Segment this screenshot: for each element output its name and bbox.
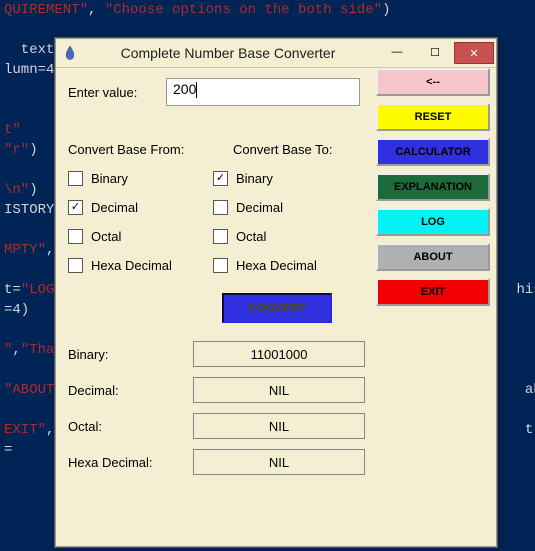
output-hexa-row: Hexa Decimal: NIL	[68, 449, 486, 475]
output-octal-field: NIL	[193, 413, 365, 439]
log-button[interactable]: LOG	[376, 208, 490, 236]
maximize-button[interactable]: ☐	[416, 42, 454, 62]
close-icon: ✕	[469, 47, 478, 60]
checkbox-icon	[213, 171, 228, 186]
app-window: Complete Number Base Converter — ☐ ✕ <--…	[55, 38, 497, 547]
value-input[interactable]: 200	[166, 78, 360, 106]
from-hexa-check[interactable]: Hexa Decimal	[68, 258, 213, 273]
back-button[interactable]: <--	[376, 68, 490, 96]
explanation-button[interactable]: EXPLANATION	[376, 173, 490, 201]
output-hexa-label: Hexa Decimal:	[68, 455, 193, 470]
from-column: Convert Base From: Binary Decimal Octal …	[68, 128, 213, 287]
minimize-icon: —	[392, 46, 403, 58]
client-area: <-- RESET CALCULATOR EXPLANATION LOG ABO…	[56, 68, 496, 495]
output-binary-label: Binary:	[68, 347, 193, 362]
maximize-icon: ☐	[430, 46, 440, 59]
close-button[interactable]: ✕	[454, 42, 494, 64]
to-hexa-label: Hexa Decimal	[236, 258, 317, 273]
about-button[interactable]: ABOUT	[376, 243, 490, 271]
to-binary-check[interactable]: Binary	[213, 171, 358, 186]
checkbox-icon	[68, 258, 83, 273]
to-decimal-label: Decimal	[236, 200, 283, 215]
output-octal-label: Octal:	[68, 419, 193, 434]
to-decimal-check[interactable]: Decimal	[213, 200, 358, 215]
to-column: Convert Base To: Binary Decimal Octal He…	[213, 128, 358, 287]
from-octal-check[interactable]: Octal	[68, 229, 213, 244]
from-decimal-label: Decimal	[91, 200, 138, 215]
tk-icon	[62, 45, 78, 61]
output-binary-field: 11001000	[193, 341, 365, 367]
checkbox-icon	[213, 229, 228, 244]
checkbox-icon	[68, 229, 83, 244]
to-hexa-check[interactable]: Hexa Decimal	[213, 258, 358, 273]
from-octal-label: Octal	[91, 229, 121, 244]
from-binary-check[interactable]: Binary	[68, 171, 213, 186]
output-octal-row: Octal: NIL	[68, 413, 486, 439]
base-columns: Convert Base From: Binary Decimal Octal …	[68, 128, 358, 287]
output-hexa-field: NIL	[193, 449, 365, 475]
minimize-button[interactable]: —	[378, 42, 416, 62]
from-hexa-label: Hexa Decimal	[91, 258, 172, 273]
right-button-panel: <-- RESET CALCULATOR EXPLANATION LOG ABO…	[376, 68, 486, 313]
output-decimal-label: Decimal:	[68, 383, 193, 398]
reset-button[interactable]: RESET	[376, 103, 490, 131]
text-cursor	[196, 82, 197, 98]
output-decimal-row: Decimal: NIL	[68, 377, 486, 403]
calculator-button[interactable]: CALCULATOR	[376, 138, 490, 166]
titlebar[interactable]: Complete Number Base Converter — ☐ ✕	[56, 39, 496, 68]
checkbox-icon	[68, 171, 83, 186]
output-decimal-field: NIL	[193, 377, 365, 403]
to-binary-label: Binary	[236, 171, 273, 186]
exit-button[interactable]: EXIT	[376, 278, 490, 306]
checkbox-icon	[213, 258, 228, 273]
convert-button[interactable]: CONVERT	[222, 293, 332, 323]
to-octal-label: Octal	[236, 229, 266, 244]
value-input-text: 200	[173, 81, 196, 97]
window-title: Complete Number Base Converter	[78, 45, 378, 61]
checkbox-icon	[68, 200, 83, 215]
from-binary-label: Binary	[91, 171, 128, 186]
to-octal-check[interactable]: Octal	[213, 229, 358, 244]
output-binary-row: Binary: 11001000	[68, 341, 486, 367]
checkbox-icon	[213, 200, 228, 215]
from-label: Convert Base From:	[68, 142, 213, 157]
from-decimal-check[interactable]: Decimal	[68, 200, 213, 215]
to-label: Convert Base To:	[233, 142, 358, 157]
enter-value-label: Enter value:	[68, 85, 166, 100]
